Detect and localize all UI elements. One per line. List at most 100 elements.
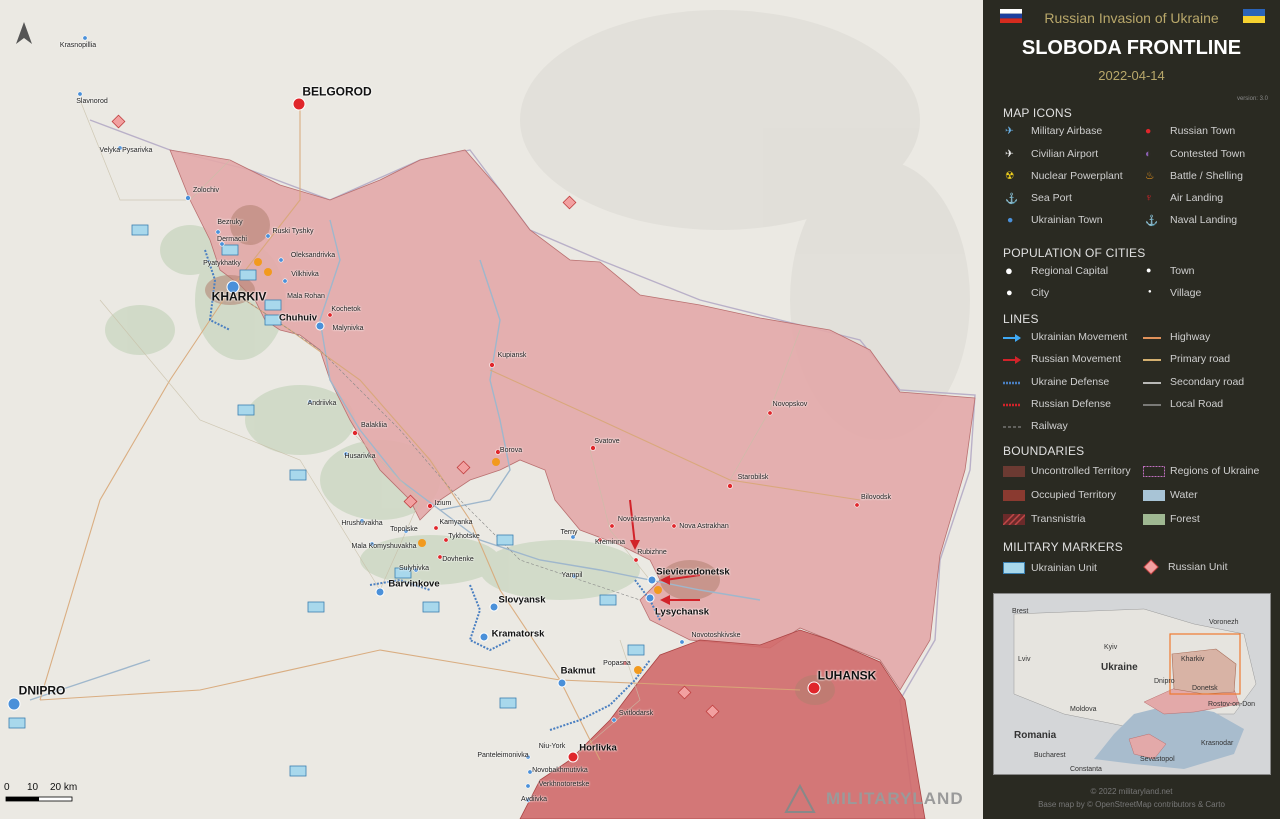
label-bakmut: Bakmut (560, 665, 596, 677)
scale-label-zero: 0 (4, 782, 10, 793)
label-bezruky: Bezruky (217, 219, 243, 227)
label-sulyhivka: Sulyhivka (399, 565, 429, 573)
label-slovyansk: Slovyansk (498, 594, 546, 606)
inset-label-krasnodar: Krasnodar (1201, 740, 1234, 747)
panel-subtitle: Russian Invasion of Ukraine (1044, 10, 1219, 26)
ukrainian-town-icon: ● (1007, 214, 1014, 226)
legend-city: City (1031, 287, 1050, 299)
inset-label-sevastopol: Sevastopol (1140, 756, 1175, 763)
legend-uncontrolled-territory: Uncontrolled Territory (1031, 465, 1131, 477)
occupied-territory-swatch (1003, 490, 1025, 501)
label-nova-astrakhan: Nova Astrakhan (679, 523, 729, 531)
inset-label-donetsk: Donetsk (1192, 685, 1218, 692)
label-slavnorod: Slavnorod (76, 98, 108, 106)
label-pyatykhatky: Pyatykhatky (203, 260, 241, 268)
map-area[interactable]: BELGOROD KHARKIV DNIPRO LUHANSK Chuhuiv … (0, 0, 983, 819)
label-balakliia: Balakliia (360, 422, 388, 430)
legend-contested-town: Contested Town (1170, 148, 1246, 160)
label-avdiivka: Avdiivka (521, 796, 547, 804)
label-terny: Terny (560, 529, 578, 537)
label-yampil: Yampil (561, 572, 583, 580)
water-swatch (1143, 490, 1165, 501)
inset-label-moldova: Moldova (1070, 706, 1097, 713)
label-novobakhmutivka: Novobakhmutivka (532, 767, 588, 775)
legend-transnistria: Transnistria (1031, 513, 1086, 525)
panel-date: 2022-04-14 (1098, 68, 1165, 83)
label-belgorod: BELGOROD (302, 84, 372, 99)
label-rubizhne: Rubizhne (637, 549, 667, 557)
nuclear-icon: ☢ (1005, 170, 1015, 182)
scale-bar (5, 796, 73, 802)
legend-air-landing: Air Landing (1170, 192, 1224, 204)
label-hrushuvakha: Hrushuvakha (341, 520, 383, 528)
label-malynivka: Malynivka (332, 325, 364, 333)
label-kramatorsk: Kramatorsk (491, 628, 545, 640)
forest-swatch (1143, 514, 1165, 525)
map-canvas (0, 0, 983, 819)
legend-town: Town (1170, 265, 1195, 277)
inset-label-bucharest: Bucharest (1034, 752, 1066, 759)
label-husarivka: Husarivka (344, 453, 376, 461)
label-velyka-pysarivka: Velyka Pysarivka (99, 147, 153, 155)
section-map-icons: MAP ICONS (1003, 106, 1072, 120)
legend-local-road: Local Road (1170, 398, 1224, 410)
label-svatove: Svatove (594, 438, 620, 446)
label-mala-rohan: Mala Rohan (287, 293, 325, 301)
russian-movement-icon (1003, 356, 1021, 364)
label-svitlodarsk: Svitlodarsk (618, 710, 654, 718)
naval-landing-icon: ⚓ (1145, 215, 1159, 227)
legend-russian-town: Russian Town (1170, 125, 1236, 137)
label-mala-komyshuvakha: Mala Komyshuvakha (351, 543, 417, 551)
section-lines: LINES (1003, 312, 1039, 326)
ukraine-defense-icon (1003, 381, 1021, 385)
label-kharkiv: KHARKIV (211, 289, 267, 304)
label-dermachi: Dermachi (217, 236, 247, 244)
local-road-icon (1143, 404, 1161, 406)
label-andriivka: Andriivka (307, 400, 337, 408)
label-horlivka: Horlivka (579, 742, 617, 754)
inset-label-lviv: Lviv (1018, 656, 1031, 663)
military-airbase-icon: ✈ (1005, 125, 1014, 137)
label-verkhnotoretske: Verkhnotoretske (538, 781, 590, 789)
regional-capital-icon: ● (1005, 263, 1013, 278)
highway-icon (1143, 337, 1161, 339)
russian-defense-icon (1003, 403, 1021, 407)
ukrainian-unit-icon (1003, 562, 1025, 574)
legend-water: Water (1170, 489, 1198, 501)
secondary-road-icon (1143, 382, 1161, 384)
railway-icon (1003, 426, 1021, 428)
label-luhansk: LUHANSK (817, 668, 877, 683)
civilian-airport-icon: ✈ (1005, 148, 1014, 160)
russian-unit-icon (1143, 559, 1159, 575)
label-izium: Izium (434, 500, 452, 508)
inset-label-constanta: Constanta (1070, 766, 1102, 773)
label-kamyanka: Kamyanka (439, 519, 473, 527)
legend-village: Village (1170, 287, 1202, 299)
label-lysychansk: Lysychansk (654, 606, 710, 618)
legend-russian-defense: Russian Defense (1031, 398, 1111, 410)
legend-sea-port: Sea Port (1031, 192, 1072, 204)
legend-russian-unit: Russian Unit (1168, 561, 1228, 573)
label-dovhenke: Dovhenke (442, 556, 474, 564)
legend-secondary-road: Secondary road (1170, 376, 1245, 388)
copyright-text: © 2022 militaryland.net (1090, 787, 1173, 796)
primary-road-icon (1143, 359, 1161, 361)
inset-label-romania: Romania (1014, 730, 1057, 741)
scale-label-mid: 10 (27, 782, 39, 793)
inset-label-rostov: Rostov-on-Don (1208, 701, 1256, 708)
label-bilovodsk: Bilovodsk (861, 494, 891, 502)
town-icon: ● (1146, 265, 1152, 275)
label-krasnopillia: Krasnopillia (59, 42, 97, 50)
legend-russian-movement: Russian Movement (1031, 353, 1121, 365)
legend-ukrainian-town: Ukrainian Town (1031, 214, 1103, 226)
legend-highway: Highway (1170, 331, 1211, 343)
legend-civilian-airport: Civilian Airport (1031, 148, 1099, 160)
scale-label-end: 20 km (50, 782, 78, 793)
legend-military-airbase: Military Airbase (1031, 125, 1103, 137)
basemap-credit: Base map by © OpenStreetMap contributors… (1038, 800, 1225, 809)
label-kreminna: Kreminna (595, 539, 625, 547)
label-starobilsk: Starobilsk (737, 474, 769, 482)
legend-regions-of-ukraine: Regions of Ukraine (1170, 465, 1260, 477)
fire-icon: ♨ (1145, 170, 1155, 182)
label-kupiansk: Kupiansk (497, 352, 527, 360)
